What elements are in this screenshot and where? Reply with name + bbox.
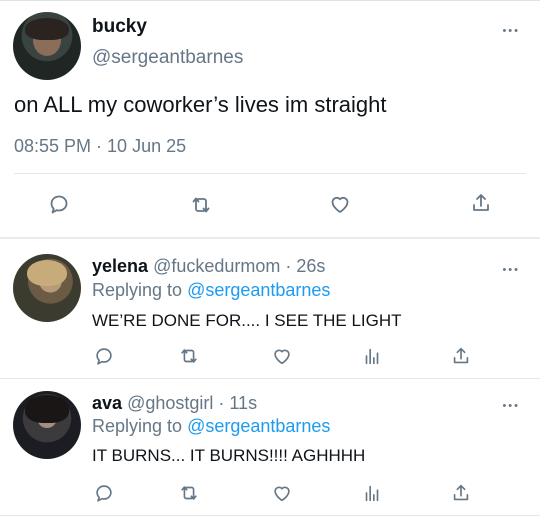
author-name[interactable]: ava [92,393,122,413]
tweet-timestamp[interactable]: 08:55 PM · 10 Jun 25 [14,136,186,157]
more-options-icon[interactable]: ••• [502,265,520,276]
reply-time[interactable]: · 26s [285,256,325,276]
reply-text: IT BURNS... IT BURNS!!!! AGHHHH [92,446,366,465]
share-icon[interactable] [450,482,472,504]
tweet-text: on ALL my coworker’s lives im straight [14,92,387,117]
reply-actions [0,345,540,369]
avatar[interactable] [13,254,81,322]
avatar[interactable] [13,391,81,459]
reply-tweet: yelena @fuckedurmom · 26s ••• Replying t… [0,239,540,377]
share-icon[interactable] [450,345,472,367]
replying-label: Replying to [92,416,183,436]
more-options-icon[interactable]: ••• [502,401,520,412]
avatar[interactable] [13,12,81,80]
divider [0,515,540,516]
replying-to-link[interactable]: @sergeantbarnes [187,416,330,436]
author-handle[interactable]: @fuckedurmom [153,256,280,276]
retweet-icon[interactable] [178,482,200,504]
like-icon[interactable] [271,345,293,367]
author-handle[interactable]: @ghostgirl [127,393,213,413]
tweet-actions [0,190,540,220]
analytics-icon[interactable] [361,482,383,504]
reply-icon[interactable] [47,192,71,216]
reply-icon[interactable] [93,345,115,367]
like-icon[interactable] [328,192,352,216]
reply-icon[interactable] [93,482,115,504]
reply-time[interactable]: · 11s [218,393,257,413]
analytics-icon[interactable] [361,345,383,367]
main-tweet: bucky @sergeantbarnes ••• on ALL my cowo… [0,0,540,237]
share-icon[interactable] [469,191,493,215]
like-icon[interactable] [271,482,293,504]
retweet-icon[interactable] [189,193,213,217]
more-options-icon[interactable]: ••• [502,26,520,37]
replying-to-link[interactable]: @sergeantbarnes [187,280,330,300]
author-name[interactable]: bucky [92,16,147,38]
retweet-icon[interactable] [178,345,200,367]
reply-tweet: ava @ghostgirl · 11s ••• Replying to @se… [0,379,540,517]
author-name[interactable]: yelena [92,256,148,276]
author-handle[interactable]: @sergeantbarnes [92,47,243,69]
reply-actions [0,482,540,506]
divider [14,173,526,174]
replying-label: Replying to [92,280,183,300]
reply-text: WE’RE DONE FOR.... I SEE THE LIGHT [92,311,402,330]
